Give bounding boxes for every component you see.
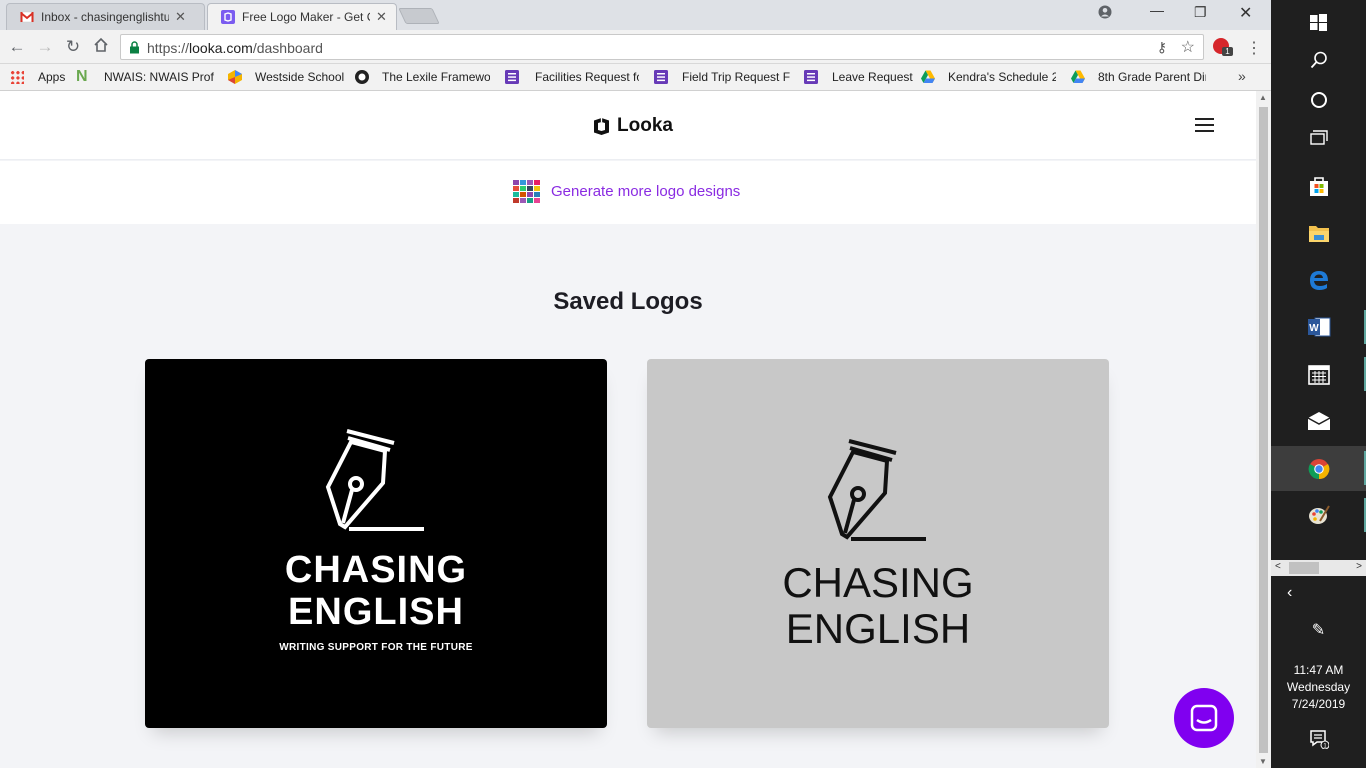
scroll-up-icon[interactable]: ▲	[1259, 93, 1267, 102]
section-title: Saved Logos	[553, 288, 703, 315]
page-scrollbar[interactable]: ▲ ▼	[1256, 91, 1271, 768]
tab-title: Free Logo Maker - Get Cu	[242, 9, 370, 24]
url-text: https://looka.com/dashboard	[147, 40, 323, 56]
show-hidden-icons-chevron-icon[interactable]: ‹	[1271, 584, 1366, 602]
extension-badge: 1	[1222, 47, 1233, 56]
scroll-down-icon[interactable]: ▼	[1259, 757, 1267, 766]
profile-icon[interactable]	[1098, 5, 1112, 22]
lock-icon	[130, 41, 139, 54]
lexile-icon	[355, 70, 369, 84]
clock-time[interactable]: 11:47 AM	[1271, 663, 1366, 677]
bookmark-star-icon[interactable]: ☆	[1181, 37, 1195, 57]
more-bookmarks-button[interactable]: »	[1238, 68, 1246, 84]
reload-icon[interactable]: ↻	[63, 37, 83, 57]
home-icon[interactable]	[91, 37, 111, 57]
drive-icon	[921, 70, 935, 83]
mail-icon[interactable]	[1271, 399, 1366, 443]
saved-logo-card[interactable]: CHASING ENGLISH	[647, 359, 1109, 728]
site-header: Looka	[0, 91, 1256, 160]
tab-strip: Inbox - chasingenglishtut ✕ Free Logo Ma…	[0, 0, 1271, 30]
bookmark-apps[interactable]: Apps	[10, 68, 65, 86]
brand-name: Looka	[617, 115, 673, 136]
task-view-icon[interactable]	[1271, 117, 1366, 161]
forms-icon	[804, 70, 818, 84]
apps-grid-icon	[10, 70, 24, 84]
svg-text:W: W	[1309, 323, 1319, 334]
logo-grid-icon	[513, 180, 540, 203]
taskbar-scrollbar[interactable]: < >	[1271, 560, 1366, 576]
logo-tagline: WRITING SUPPORT FOR THE FUTURE	[279, 642, 473, 653]
logo-line-1: CHASING	[284, 549, 468, 591]
action-center-icon[interactable]: 1	[1271, 729, 1366, 752]
back-icon[interactable]: ←	[7, 37, 27, 57]
browser-menu-icon[interactable]: ⋮	[1246, 38, 1262, 58]
calendar-icon[interactable]	[1271, 352, 1366, 396]
gmail-icon	[20, 11, 34, 22]
pen-workspace-icon[interactable]: ✎	[1271, 620, 1366, 640]
scrollbar-thumb[interactable]	[1259, 107, 1268, 753]
page-content: Looka Generate more logo designs Saved L…	[0, 91, 1256, 768]
scroll-left-icon[interactable]: <	[1275, 561, 1281, 572]
generate-more-link[interactable]: Generate more logo designs	[513, 180, 740, 203]
forward-icon[interactable]: →	[35, 37, 55, 57]
chrome-icon[interactable]	[1271, 446, 1366, 491]
clock-date[interactable]: 7/24/2019	[1271, 697, 1366, 711]
logo-line-1: CHASING	[782, 559, 974, 606]
chat-launcher-button[interactable]	[1174, 688, 1234, 748]
close-tab-icon[interactable]: ✕	[175, 9, 186, 25]
looka-logo[interactable]: Looka	[592, 115, 673, 137]
taskbar-scroll-thumb[interactable]	[1289, 562, 1319, 574]
bookmark-nwais[interactable]: N NWAIS: NWAIS Profe	[76, 68, 214, 86]
key-icon[interactable]: ⚷	[1157, 39, 1167, 56]
tab-title: Inbox - chasingenglishtut	[41, 9, 169, 24]
windows-taskbar: W < > ‹ ✎ 11:47 AM Wednesday 7/24/2019 1	[1271, 0, 1366, 768]
scroll-right-icon[interactable]: >	[1356, 561, 1362, 572]
tab-looka[interactable]: Free Logo Maker - Get Cu ✕	[207, 3, 397, 30]
search-icon[interactable]	[1271, 38, 1366, 82]
bookmark-leave-request[interactable]: Leave Request	[803, 68, 913, 86]
address-bar[interactable]: https://looka.com/dashboard ⚷ ☆	[120, 34, 1204, 60]
clock-day[interactable]: Wednesday	[1271, 680, 1366, 694]
restore-icon[interactable]: ❐	[1194, 4, 1207, 21]
cortana-icon[interactable]	[1271, 78, 1366, 122]
bookmark-facilities-request[interactable]: Facilities Request fo	[504, 68, 639, 86]
forms-icon	[654, 70, 668, 84]
minimize-icon[interactable]: —	[1150, 2, 1164, 18]
generate-link-label: Generate more logo designs	[551, 183, 741, 200]
new-tab-button[interactable]	[398, 8, 440, 24]
file-explorer-icon[interactable]	[1271, 211, 1366, 255]
edge-icon[interactable]	[1271, 258, 1366, 302]
store-icon[interactable]	[1271, 164, 1366, 208]
bookmark-westside[interactable]: Westside School	[227, 68, 344, 86]
word-icon[interactable]: W	[1271, 305, 1366, 349]
logo-line-2: ENGLISH	[288, 591, 464, 633]
bookmark-kendras-schedule[interactable]: Kendra's Schedule 20	[920, 68, 1056, 86]
browser-toolbar: ← → ↻ https://looka.com/dashboard ⚷ ☆ 1 …	[0, 30, 1271, 64]
fountain-pen-icon	[827, 439, 926, 541]
logo-line-2: ENGLISH	[785, 605, 971, 652]
tab-gmail-inbox[interactable]: Inbox - chasingenglishtut ✕	[6, 3, 205, 30]
saved-logo-card[interactable]: CHASING ENGLISH WRITING SUPPORT FOR THE …	[145, 359, 607, 728]
bookmark-field-trip-request[interactable]: Field Trip Request Fo	[653, 68, 790, 86]
chat-icon	[1190, 704, 1218, 732]
drive-icon	[1071, 70, 1085, 83]
bookmarks-bar: Apps N NWAIS: NWAIS Profe Westside Schoo…	[0, 64, 1271, 91]
westside-icon	[228, 70, 242, 84]
forms-icon	[505, 70, 519, 84]
looka-icon	[221, 9, 235, 24]
close-tab-icon[interactable]: ✕	[376, 9, 387, 25]
close-window-icon[interactable]: ✕	[1239, 3, 1252, 23]
hamburger-menu-icon[interactable]	[1195, 118, 1214, 132]
bookmark-lexile[interactable]: The Lexile Framewor	[354, 68, 490, 86]
paint-icon[interactable]	[1271, 493, 1366, 537]
fountain-pen-icon	[325, 429, 424, 531]
looka-mark-icon	[594, 117, 609, 135]
bookmark-8th-grade-parent-dir[interactable]: 8th Grade Parent Dir	[1070, 68, 1206, 86]
generate-bar: Generate more logo designs	[0, 161, 1256, 224]
nwais-icon: N	[76, 68, 88, 85]
